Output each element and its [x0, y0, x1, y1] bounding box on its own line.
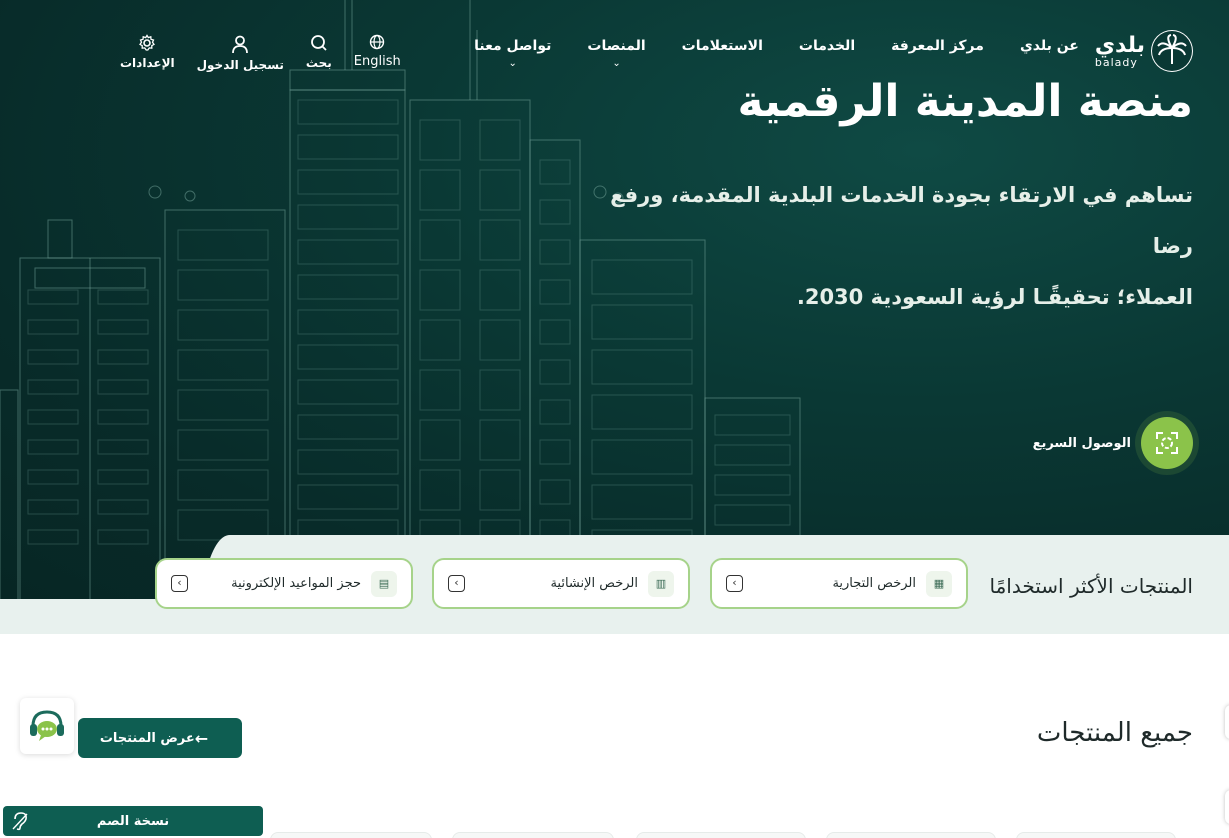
nav-item-platforms[interactable]: المنصات ⌄: [587, 30, 645, 69]
login-button[interactable]: تسجيل الدخول: [197, 34, 284, 72]
gear-icon: [139, 34, 156, 51]
product-card-commercial-licenses[interactable]: ▦ الرخص التجارية ‹: [710, 558, 968, 609]
nav-item-inquiries[interactable]: الاستعلامات: [682, 30, 763, 54]
user-icon: [232, 35, 249, 54]
login-label: تسجيل الدخول: [196, 58, 284, 72]
palm-logo-icon: [1151, 30, 1193, 72]
hero-description: تساهم في الارتقاء بجودة الخدمات البلدية …: [593, 170, 1193, 323]
nav-item-label: الخدمات: [798, 38, 856, 54]
chevron-left-icon: ‹: [726, 575, 743, 592]
chevron-left-icon: ‹: [171, 575, 188, 592]
settings-label: الإعدادات: [120, 56, 175, 70]
quick-access-button[interactable]: الوصول السريع: [1033, 417, 1193, 469]
main-nav: بلدي balady عن بلدي مركز المعرفة الخدمات…: [438, 30, 1193, 72]
chevron-down-icon: ⌄: [508, 58, 517, 69]
deaf-version-label: نسخة الصم: [96, 813, 170, 829]
view-products-button[interactable]: عرض المنتجات ←: [78, 718, 242, 758]
side-scroll-handle[interactable]: [1225, 705, 1229, 739]
chevron-down-icon: ⌄: [612, 58, 621, 69]
settings-button[interactable]: الإعدادات: [120, 34, 175, 72]
nav-item-label: مركز المعرفة: [891, 38, 984, 54]
ear-icon: [12, 812, 28, 831]
logo-text: بلدي balady: [1094, 32, 1145, 69]
hero-title: منصة المدينة الرقمية: [737, 76, 1194, 127]
product-card-peek: [270, 832, 432, 838]
product-card-peek: [636, 832, 806, 838]
nav-item-label: عن بلدي: [1019, 38, 1079, 54]
nav-item-contact[interactable]: تواصل معنا ⌄: [474, 30, 551, 69]
appointment-icon: ▤: [371, 570, 397, 597]
nav-item-label: الاستعلامات: [681, 38, 763, 54]
product-card-label: الرخص التجارية: [832, 576, 916, 591]
chevron-left-icon: ‹: [448, 575, 465, 592]
deaf-version-button[interactable]: نسخة الصم: [3, 806, 263, 836]
product-card-peek: [1016, 832, 1176, 838]
product-card-peek: [452, 832, 614, 838]
arrow-left-icon: ←: [194, 728, 209, 748]
hero-description-line: العملاء؛ تحقيقًـا لرؤية السعودية 2030.: [796, 285, 1193, 309]
most-used-title: المنتجات الأكثر استخدامًا: [989, 574, 1193, 598]
chat-support-icon: [30, 710, 64, 741]
building-license-icon: ▥: [648, 570, 674, 597]
product-card-appointments[interactable]: ▤ حجز المواعيد الإلكترونية ‹: [155, 558, 413, 609]
balady-logo[interactable]: بلدي balady: [1095, 30, 1193, 72]
product-card-label: حجز المواعيد الإلكترونية: [231, 576, 361, 591]
hero-section: بلدي balady عن بلدي مركز المعرفة الخدمات…: [0, 0, 1229, 600]
search-label: بحث: [305, 56, 332, 70]
view-products-label: عرض المنتجات: [99, 730, 195, 746]
logo-english: balady: [1094, 55, 1138, 69]
logo-arabic: بلدي: [1094, 32, 1145, 58]
product-card-construction-licenses[interactable]: ▥ الرخص الإنشائية ‹: [432, 558, 690, 609]
product-card-peek: [826, 832, 996, 838]
quick-access-icon: [1141, 417, 1193, 469]
license-icon: ▦: [926, 570, 952, 597]
hero-description-line: تساهم في الارتقاء بجودة الخدمات البلدية …: [610, 183, 1193, 258]
chatbot-button[interactable]: [20, 698, 74, 754]
quick-access-label: الوصول السريع: [1032, 435, 1131, 451]
globe-icon: [370, 34, 385, 50]
nav-item-services[interactable]: الخدمات: [799, 30, 855, 54]
all-products-title: جميع المنتجات: [1036, 718, 1193, 748]
nav-item-knowledge-center[interactable]: مركز المعرفة: [891, 30, 984, 54]
language-switch[interactable]: English: [354, 34, 401, 72]
nav-item-label: المنصات: [587, 38, 646, 54]
product-card-label: الرخص الإنشائية: [550, 576, 638, 591]
header-utilities: English بحث تسجيل الدخول الإعدادات: [98, 34, 401, 72]
search-button[interactable]: بحث: [306, 34, 332, 72]
language-label: English: [353, 54, 401, 69]
nav-item-label: تواصل معنا: [474, 38, 552, 54]
side-scroll-handle[interactable]: [1225, 790, 1229, 824]
search-icon: [310, 35, 327, 51]
nav-item-about[interactable]: عن بلدي: [1020, 30, 1079, 54]
